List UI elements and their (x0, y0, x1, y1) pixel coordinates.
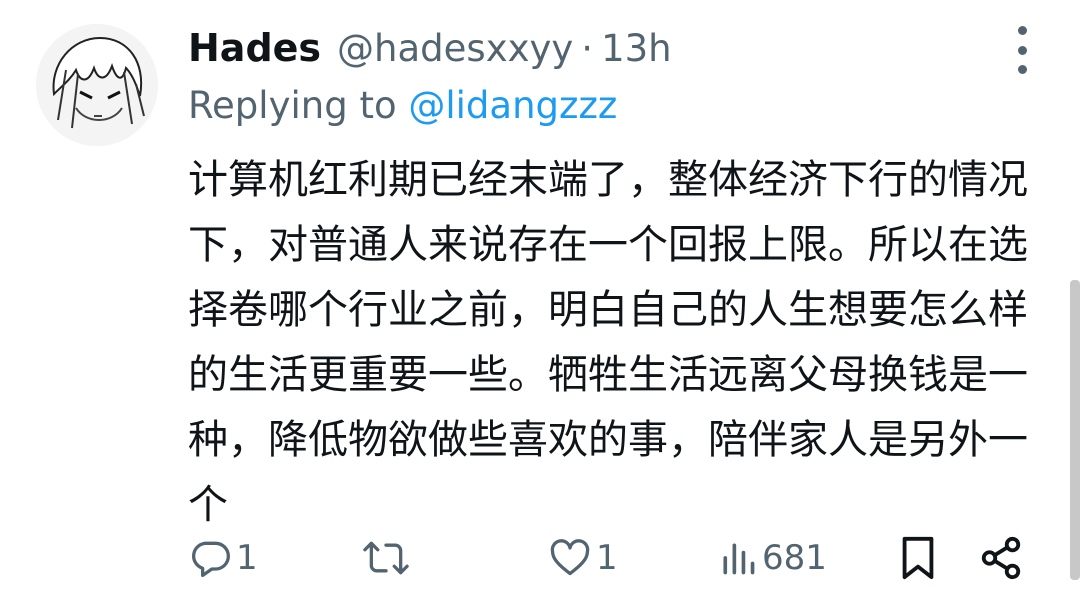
separator-dot: · (581, 26, 594, 70)
more-vertical-icon (1017, 26, 1027, 35)
author-name[interactable]: Hades (188, 26, 321, 70)
share-button[interactable] (978, 530, 1024, 586)
replying-to-label: Replying to (188, 84, 397, 127)
avatar-image (36, 24, 158, 146)
views-icon (723, 543, 755, 575)
tweet-text: 计算机红利期已经末端了，整体经济下行的情况下，对普通人来说存在一个回报上限。所以… (188, 157, 1028, 528)
tweet[interactable]: Hades @hadesxxyy · 13h Replying to @lida… (0, 0, 1080, 604)
tweet-header: Hades @hadesxxyy · 13h (188, 20, 672, 76)
like-count: 1 (596, 538, 618, 578)
avatar[interactable] (36, 24, 158, 146)
bookmark-button[interactable] (898, 530, 938, 586)
replying-to: Replying to @lidangzzz (188, 84, 617, 127)
timestamp[interactable]: 13h (601, 27, 672, 70)
reply-icon (192, 541, 230, 578)
author-handle[interactable]: @hadesxxyy (337, 27, 573, 70)
more-options-button[interactable] (1010, 26, 1034, 74)
action-bar: 1 1 681 (188, 530, 1048, 586)
views-count: 681 (762, 538, 827, 578)
scrollbar[interactable] (1070, 280, 1080, 580)
retweet-icon (363, 541, 409, 575)
share-icon (981, 536, 1021, 580)
reply-count: 1 (236, 538, 258, 578)
bookmark-icon (902, 536, 934, 580)
views-button[interactable]: 681 (718, 530, 827, 586)
retweet-button[interactable] (362, 530, 414, 586)
like-button[interactable]: 1 (548, 530, 618, 586)
heart-icon (550, 539, 590, 576)
reply-button[interactable]: 1 (188, 530, 258, 586)
reply-mention-link[interactable]: @lidangzzz (408, 84, 617, 127)
